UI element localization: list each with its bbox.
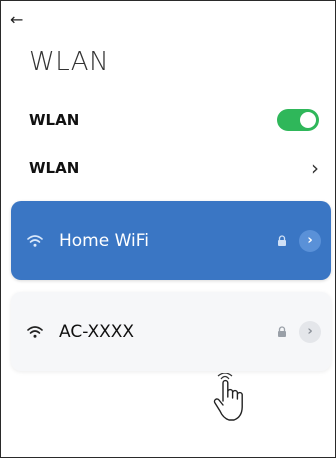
toggle-knob [300, 112, 316, 128]
network-name: Home WiFi [59, 230, 150, 251]
back-button[interactable]: ← [10, 11, 30, 29]
wlan-link-label: WLAN [29, 159, 80, 177]
page-title: WLAN [29, 47, 110, 77]
wifi-icon [27, 234, 43, 247]
network-name: AC-XXXX [59, 321, 135, 342]
wifi-icon [27, 325, 43, 338]
network-details-button[interactable]: › [299, 320, 321, 343]
chevron-right-icon: › [307, 233, 313, 248]
network-item-home-wifi[interactable]: Home WiFi › [11, 201, 331, 280]
hand-pointer-icon [213, 373, 243, 421]
chevron-right-icon: › [311, 156, 319, 180]
network-item-ac-xxxx[interactable]: AC-XXXX › [11, 292, 331, 371]
wlan-toggle-label: WLAN [29, 111, 80, 129]
arrow-left-icon: ← [10, 10, 24, 29]
lock-icon [278, 234, 286, 246]
lock-icon [278, 325, 286, 337]
wlan-toggle-row[interactable]: WLAN [29, 107, 319, 133]
chevron-right-icon: › [307, 324, 313, 339]
network-details-button[interactable]: › [299, 229, 321, 252]
wlan-link-row[interactable]: WLAN › [29, 155, 319, 181]
wlan-toggle[interactable] [277, 109, 319, 131]
